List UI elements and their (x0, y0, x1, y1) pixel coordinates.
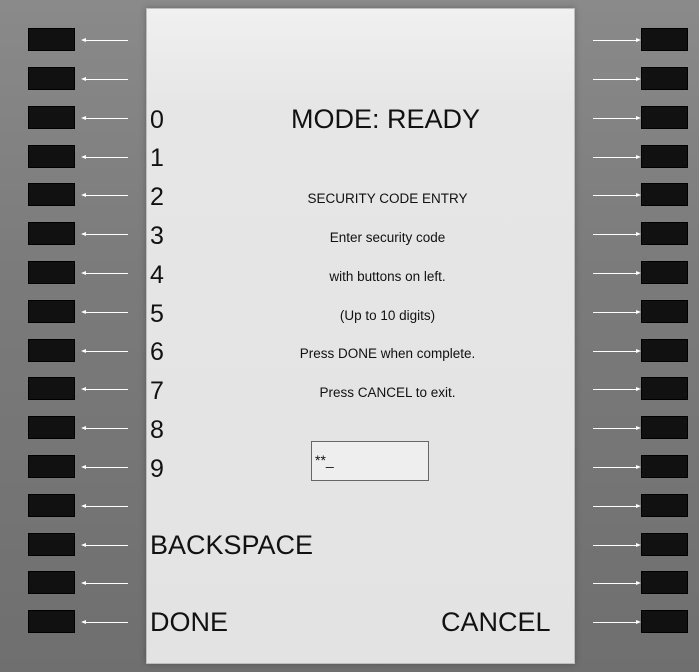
digit-9-label[interactable]: 9 (150, 457, 164, 482)
instruction-line-3: (Up to 10 digits) (339, 308, 436, 323)
left-softkey-4[interactable] (28, 145, 75, 168)
left-leader-arrow-icon (81, 77, 128, 81)
right-leader-arrow-icon (593, 232, 641, 236)
right-leader-arrow-icon (593, 193, 641, 197)
right-leader-arrow-icon (593, 426, 641, 430)
left-leader-arrow-icon (81, 271, 128, 275)
left-softkey-16[interactable] (28, 610, 75, 633)
left-softkey-15[interactable] (28, 571, 75, 594)
instruction-line-4: Press DONE when complete. (299, 346, 476, 361)
backspace-button[interactable]: BACKSPACE (150, 532, 313, 559)
right-leader-arrow-icon (593, 543, 641, 547)
left-leader-arrow-icon (81, 349, 128, 353)
right-leader-arrow-icon (593, 116, 641, 120)
left-softkey-1[interactable] (28, 28, 75, 51)
right-softkey-2[interactable] (641, 67, 688, 90)
left-leader-arrow-icon (81, 38, 128, 42)
left-softkey-7[interactable] (28, 261, 75, 284)
left-leader-arrow-icon (81, 232, 128, 236)
instruction-line-5: Press CANCEL to exit. (319, 385, 456, 400)
security-heading: SECURITY CODE ENTRY (307, 191, 468, 206)
right-leader-arrow-icon (593, 155, 641, 159)
left-leader-arrow-icon (81, 620, 128, 624)
right-softkey-5[interactable] (641, 183, 688, 206)
instruction-line-2: with buttons on left. (329, 269, 446, 284)
right-softkey-11[interactable] (641, 416, 688, 439)
security-code-field: **_ (311, 441, 429, 481)
left-leader-arrow-icon (81, 193, 128, 197)
left-leader-arrow-icon (81, 426, 128, 430)
right-softkey-16[interactable] (641, 610, 688, 633)
right-leader-arrow-icon (593, 349, 641, 353)
left-softkey-5[interactable] (28, 183, 75, 206)
right-leader-arrow-icon (593, 581, 641, 585)
right-softkey-7[interactable] (641, 261, 688, 284)
left-leader-arrow-icon (81, 581, 128, 585)
done-button[interactable]: DONE (150, 609, 228, 636)
digit-8-label[interactable]: 8 (150, 418, 164, 443)
right-softkey-14[interactable] (641, 533, 688, 556)
right-softkey-6[interactable] (641, 222, 688, 245)
left-softkey-11[interactable] (28, 416, 75, 439)
right-leader-arrow-icon (593, 504, 641, 508)
left-leader-arrow-icon (81, 116, 128, 120)
right-softkey-10[interactable] (641, 377, 688, 400)
left-softkey-6[interactable] (28, 222, 75, 245)
digit-0-label[interactable]: 0 (150, 108, 164, 133)
left-leader-arrow-icon (81, 504, 128, 508)
mode-title: MODE: READY (290, 104, 481, 134)
right-softkey-13[interactable] (641, 494, 688, 517)
left-softkey-2[interactable] (28, 67, 75, 90)
right-softkey-9[interactable] (641, 339, 688, 362)
left-softkey-10[interactable] (28, 377, 75, 400)
right-softkey-4[interactable] (641, 145, 688, 168)
left-softkey-13[interactable] (28, 494, 75, 517)
left-softkey-8[interactable] (28, 300, 75, 323)
right-softkey-15[interactable] (641, 571, 688, 594)
right-leader-arrow-icon (593, 271, 641, 275)
left-leader-arrow-icon (81, 465, 128, 469)
right-leader-arrow-icon (593, 387, 641, 391)
right-leader-arrow-icon (593, 465, 641, 469)
left-leader-arrow-icon (81, 387, 128, 391)
left-softkey-14[interactable] (28, 533, 75, 556)
right-softkey-8[interactable] (641, 300, 688, 323)
left-leader-arrow-icon (81, 310, 128, 314)
right-softkey-1[interactable] (641, 28, 688, 51)
right-leader-arrow-icon (593, 38, 641, 42)
right-softkey-12[interactable] (641, 455, 688, 478)
left-leader-arrow-icon (81, 543, 128, 547)
right-leader-arrow-icon (593, 77, 641, 81)
right-leader-arrow-icon (593, 310, 641, 314)
left-leader-arrow-icon (81, 155, 128, 159)
right-leader-arrow-icon (593, 620, 641, 624)
right-softkey-3[interactable] (641, 106, 688, 129)
left-softkey-12[interactable] (28, 455, 75, 478)
digit-1-label[interactable]: 1 (150, 146, 164, 171)
left-softkey-3[interactable] (28, 106, 75, 129)
left-softkey-9[interactable] (28, 339, 75, 362)
instruction-line-1: Enter security code (329, 230, 446, 245)
cancel-button[interactable]: CANCEL (441, 609, 551, 636)
